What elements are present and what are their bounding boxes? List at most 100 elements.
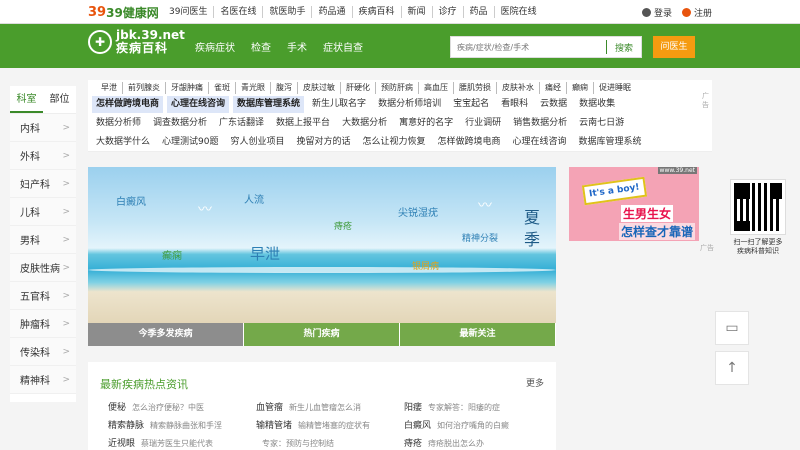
banner-word[interactable]: 白癜风	[116, 193, 146, 208]
sidebar-item[interactable]: 男科 >	[10, 226, 76, 254]
sidebar-item[interactable]: 儿科 >	[10, 198, 76, 226]
top-link[interactable]: 就医助手	[262, 6, 311, 18]
banner-word[interactable]: 癫痫	[162, 247, 182, 262]
banner-word[interactable]: 精神分裂	[462, 231, 498, 244]
nav-link[interactable]: 症状自查	[323, 39, 363, 54]
sidebar-item[interactable]: 五官科 >	[10, 282, 76, 310]
keyword-link[interactable]: 穷人创业项目	[226, 134, 288, 151]
nav-link[interactable]: 疾病症状	[195, 39, 235, 54]
hero-banner[interactable]: 〰 〰 白癜风 人流 痔疮 尖锐湿疣 癫痫 早泄 精神分裂 银屑病 夏季	[88, 167, 556, 323]
top-link[interactable]: 诊疗	[431, 6, 463, 18]
keyword-link[interactable]: 数据分析师培训	[374, 96, 445, 113]
disease-tag[interactable]: 皮肤过敏	[297, 82, 340, 94]
keyword-link[interactable]: 看眼科	[497, 96, 532, 113]
keyword-link[interactable]: 数据库管理系统	[575, 134, 646, 151]
site-logo[interactable]: 39 39健康网	[88, 4, 159, 20]
keyword-link[interactable]: 寓意好的名字	[395, 115, 457, 132]
news-item[interactable]: 白癜风 如何治疗嘴角的白癜	[404, 420, 552, 432]
top-link[interactable]: 药品	[462, 6, 494, 18]
keyword-link[interactable]: 怎样做跨境电商	[434, 134, 505, 151]
banner-word[interactable]: 痔疮	[334, 219, 352, 232]
keyword-link[interactable]: 大数据学什么	[92, 134, 154, 151]
banner-word[interactable]: 银屑病	[412, 259, 439, 272]
banner-word[interactable]: 尖锐湿疣	[398, 204, 438, 219]
keyword-link[interactable]: 宝宝起名	[449, 96, 493, 113]
top-links: 39问医生 名医在线 就医助手 药品通 疾病百科 新闻 诊疗 药品 医院在线	[163, 6, 543, 18]
disease-tag[interactable]: 预防肝病	[375, 82, 418, 94]
top-link[interactable]: 医院在线	[493, 6, 543, 18]
sidebar-item[interactable]: 肿瘤科 >	[10, 310, 76, 338]
keyword-link[interactable]: 销售数据分析	[509, 115, 571, 132]
search-button[interactable]: 搜索	[607, 41, 641, 54]
disease-tag[interactable]: 痛经	[539, 82, 566, 94]
top-link[interactable]: 名医在线	[213, 6, 262, 18]
login-link[interactable]: 登录	[641, 6, 672, 19]
disease-tag[interactable]: 腹泻	[270, 82, 297, 94]
top-link[interactable]: 药品通	[311, 6, 351, 18]
news-item[interactable]: 血管瘤 新生儿血管瘤怎么消	[256, 402, 404, 414]
keyword-link[interactable]: 云数据	[536, 96, 571, 113]
keyword-link[interactable]: 数据上报平台	[272, 115, 334, 132]
keyword-link[interactable]: 调查数据分析	[149, 115, 211, 132]
register-link[interactable]: 注册	[681, 6, 712, 19]
news-more-link[interactable]: 更多	[526, 376, 544, 389]
tab-body-part[interactable]: 部位	[43, 86, 76, 113]
news-item[interactable]: 精索静脉 精索静脉曲张和手淫	[108, 420, 256, 432]
keyword-link[interactable]: 云南七日游	[575, 115, 628, 132]
tab-department[interactable]: 科室	[10, 86, 43, 113]
keyword-link[interactable]: 数据收集	[575, 96, 619, 113]
ad-banner[interactable]: www.39.net It's a boy! 生男生女 怎样查才靠谱	[569, 167, 699, 241]
disease-tag[interactable]: 促进睡眠	[593, 82, 636, 94]
news-item[interactable]: 痔疮 痔疮脱出怎么办	[404, 438, 552, 450]
keyword-link[interactable]: 怎么让视力恢复	[359, 134, 430, 151]
news-item[interactable]: 输精管堵 输精管堵塞的症状有	[256, 420, 404, 432]
disease-tag[interactable]: 牙龈肿痛	[165, 82, 208, 94]
sidebar-item[interactable]: 外科 >	[10, 142, 76, 170]
tab-hot-diseases[interactable]: 热门疾病	[244, 323, 400, 346]
disease-tag[interactable]: 癫痫	[566, 82, 593, 94]
disease-tag[interactable]: 青光眼	[235, 82, 270, 94]
nav-link[interactable]: 检查	[251, 39, 271, 54]
jbk-logo[interactable]: ✚ jbk.39.net 疾病百科	[88, 29, 185, 55]
keyword-link[interactable]: 心理测试90题	[158, 134, 222, 151]
keyword-link[interactable]: 心理在线咨询	[167, 96, 230, 113]
tab-seasonal-diseases[interactable]: 今季多发疾病	[88, 323, 244, 346]
disease-tag[interactable]: 皮肤补水	[496, 82, 539, 94]
top-link[interactable]: 疾病百科	[351, 6, 401, 18]
sidebar-item[interactable]: 皮肤性病 >	[10, 254, 76, 282]
keyword-link[interactable]: 怎样做跨境电商	[92, 96, 164, 113]
search-input[interactable]: 疾病/症状/检查/手术	[451, 42, 606, 53]
sidebar-item[interactable]: 传染科 >	[10, 338, 76, 366]
disease-tag[interactable]: 早泄	[96, 82, 122, 94]
news-item[interactable]: 阳痿 专家解答：阳痿的症	[404, 402, 552, 414]
nav-link[interactable]: 手术	[287, 39, 307, 54]
keyword-link[interactable]: 挽留对方的话	[292, 134, 354, 151]
keyword-link[interactable]: 大数据分析	[338, 115, 391, 132]
sidebar-item[interactable]: 内科 >	[10, 114, 76, 142]
top-link[interactable]: 新闻	[400, 6, 432, 18]
disease-tag[interactable]: 高血压	[418, 82, 453, 94]
tab-latest[interactable]: 最新关注	[400, 323, 556, 346]
back-to-top-button[interactable]: ↑	[715, 351, 749, 385]
keyword-link[interactable]: 心理在线咨询	[509, 134, 571, 151]
disease-tag[interactable]: 前列腺炎	[122, 82, 165, 94]
disease-tag[interactable]: 雀斑	[208, 82, 235, 94]
ask-doctor-button[interactable]: 问医生	[653, 36, 695, 58]
sidebar-item[interactable]: 精神科 >	[10, 366, 76, 394]
keyword-link[interactable]: 广东话翻译	[215, 115, 268, 132]
news-item[interactable]: 专家：预防与控制结	[256, 438, 404, 450]
news-item[interactable]: 近视眼 蔡瑞芳医生只能代表	[108, 438, 256, 450]
banner-word[interactable]: 人流	[244, 191, 264, 206]
keyword-link[interactable]: 数据库管理系统	[233, 96, 305, 113]
news-item[interactable]: 便秘 怎么治疗便秘？中医	[108, 402, 256, 414]
disease-tag[interactable]: 肝硬化	[340, 82, 375, 94]
banner-word[interactable]: 早泄	[250, 243, 280, 264]
sidebar-item[interactable]: 妇产科 >	[10, 170, 76, 198]
top-link[interactable]: 39问医生	[163, 6, 213, 18]
keyword-link[interactable]: 新生儿取名字	[308, 96, 370, 113]
disease-tag-line: 早泄 前列腺炎 牙龈肿痛 雀斑 青光眼 腹泻 皮肤过敏 肝硬化 预防肝病 高血压…	[96, 82, 636, 94]
feedback-button[interactable]: ▭	[715, 311, 749, 345]
keyword-link[interactable]: 行业调研	[461, 115, 505, 132]
disease-tag[interactable]: 腰肌劳损	[453, 82, 496, 94]
keyword-link[interactable]: 数据分析师	[92, 115, 145, 132]
